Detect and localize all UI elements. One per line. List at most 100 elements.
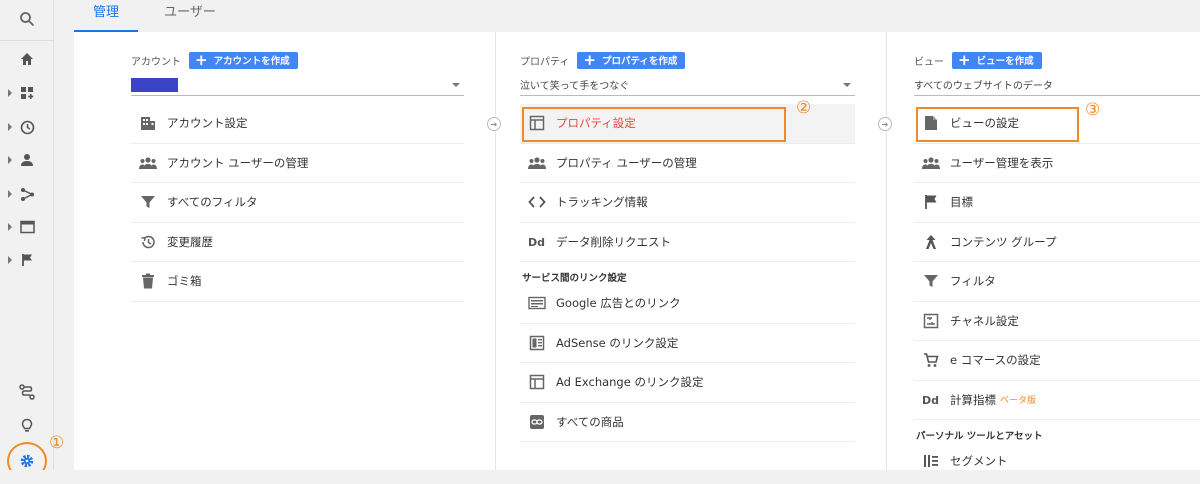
search-button[interactable] bbox=[0, 2, 54, 36]
view-menu: ビューの設定 ユーザー管理を表示 目標 コンテンツ グループ フィルタ チャネル… bbox=[914, 104, 1200, 482]
create-property-label: プロパティを作成 bbox=[601, 56, 678, 67]
channel-settings-icon bbox=[922, 312, 940, 330]
menu-item-label: チャネル設定 bbox=[950, 313, 1019, 328]
left-nav-rail: ① bbox=[0, 0, 64, 484]
menu-item-label: トラッキング情報 bbox=[556, 195, 648, 210]
adsense-icon bbox=[528, 334, 546, 352]
menu-item-label: すべての商品 bbox=[556, 414, 624, 429]
account-selector[interactable] bbox=[131, 74, 464, 96]
browser-window-icon bbox=[19, 220, 35, 234]
dashboard-icon bbox=[21, 87, 34, 99]
acquisition-icon bbox=[20, 187, 34, 201]
behavior-button[interactable] bbox=[0, 210, 54, 244]
plus-icon: + bbox=[583, 50, 596, 69]
step-marker-two: ② bbox=[796, 98, 812, 118]
home-icon bbox=[21, 53, 33, 65]
menu-item-label: ユーザー管理を表示 bbox=[950, 155, 1054, 170]
arrow-right-icon: ➔ bbox=[878, 117, 892, 131]
insights-button[interactable] bbox=[0, 409, 54, 443]
menu-item-label: データ削除リクエスト bbox=[556, 234, 671, 249]
create-view-label: ビューを作成 bbox=[976, 56, 1034, 67]
code-brackets-icon bbox=[528, 193, 546, 211]
document-icon bbox=[922, 114, 940, 132]
menu-item-channel-settings[interactable]: チャネル設定 bbox=[914, 302, 1200, 341]
expand-caret-icon bbox=[8, 256, 12, 264]
menu-item-calculated-metrics[interactable]: Dd 計算指標 ベータ版 bbox=[914, 381, 1200, 420]
attribution-button[interactable] bbox=[0, 375, 54, 409]
filter-icon bbox=[139, 193, 157, 211]
tab-users[interactable]: ユーザー bbox=[154, 0, 226, 32]
menu-item-change-history[interactable]: 変更履歴 bbox=[131, 223, 464, 262]
create-account-label: アカウントを作成 bbox=[213, 56, 290, 67]
menu-item-all-filters[interactable]: すべてのフィルタ bbox=[131, 183, 464, 223]
customization-button[interactable] bbox=[0, 76, 54, 110]
expand-caret-icon bbox=[8, 89, 12, 97]
people-group-icon bbox=[139, 154, 157, 172]
property-selector[interactable]: 泣いて笑って手をつなぐ bbox=[520, 74, 855, 96]
menu-item-view-settings[interactable]: ビューの設定 bbox=[914, 104, 1200, 144]
menu-item-filters[interactable]: フィルタ bbox=[914, 262, 1200, 302]
flag-icon bbox=[21, 254, 32, 266]
redacted-account-name bbox=[131, 77, 178, 92]
view-selected-value: すべてのウェブサイトのデータ bbox=[914, 81, 1053, 92]
menu-item-account-settings[interactable]: アカウント設定 bbox=[131, 104, 464, 144]
view-header: ビュー + ビューを作成 bbox=[914, 51, 1042, 69]
gear-icon bbox=[20, 454, 34, 468]
view-label: ビュー bbox=[914, 56, 944, 68]
section-title-personal-tools: パーソナル ツールとアセット bbox=[916, 431, 1043, 442]
people-group-icon bbox=[528, 154, 546, 172]
section-title-product-linking: サービス間のリンク設定 bbox=[522, 273, 627, 284]
menu-item-all-products[interactable]: すべての商品 bbox=[520, 403, 855, 442]
search-icon bbox=[20, 12, 35, 27]
menu-item-label: e コマースの設定 bbox=[950, 353, 1041, 368]
property-selected-value: 泣いて笑って手をつなぐ bbox=[520, 81, 630, 92]
menu-item-view-user-management[interactable]: ユーザー管理を表示 bbox=[914, 144, 1200, 183]
account-label: アカウント bbox=[131, 56, 181, 68]
tab-admin[interactable]: 管理 bbox=[74, 0, 138, 32]
account-header: アカウント + アカウントを作成 bbox=[131, 51, 298, 69]
menu-item-trash[interactable]: ゴミ箱 bbox=[131, 262, 464, 302]
svg-text:Dd: Dd bbox=[528, 236, 545, 249]
menu-item-label: セグメント bbox=[950, 454, 1008, 469]
clock-icon bbox=[20, 120, 34, 134]
top-tabs: 管理 ユーザー bbox=[54, 0, 1200, 32]
create-account-button[interactable]: + アカウントを作成 bbox=[189, 51, 298, 69]
audience-button[interactable] bbox=[0, 143, 54, 177]
column-divider bbox=[886, 32, 887, 470]
lightbulb-icon bbox=[21, 418, 33, 432]
menu-item-adsense-link[interactable]: AdSense のリンク設定 bbox=[520, 324, 855, 363]
admin-panel: アカウント + アカウントを作成 アカウント設定 アカウント ユーザーの管理 すべ… bbox=[74, 32, 1200, 482]
person-icon bbox=[21, 154, 33, 166]
acquisition-button[interactable] bbox=[0, 177, 54, 211]
create-property-button[interactable]: + プロパティを作成 bbox=[577, 50, 686, 69]
dropdown-arrow-icon bbox=[452, 83, 460, 87]
menu-item-goals[interactable]: 目標 bbox=[914, 183, 1200, 223]
menu-item-data-deletion[interactable]: Dd データ削除リクエスト bbox=[520, 223, 855, 262]
menu-item-label: ゴミ箱 bbox=[167, 274, 202, 289]
ads-link-icon bbox=[528, 294, 546, 312]
rail-divider bbox=[0, 40, 54, 41]
conversions-button[interactable] bbox=[0, 243, 54, 277]
create-view-button[interactable]: + ビューを作成 bbox=[952, 51, 1042, 69]
menu-item-ecommerce-settings[interactable]: e コマースの設定 bbox=[914, 341, 1200, 381]
people-group-icon bbox=[922, 154, 940, 172]
home-button[interactable] bbox=[0, 42, 54, 76]
menu-item-content-grouping[interactable]: コンテンツ グループ bbox=[914, 223, 1200, 262]
menu-item-label: プロパティ ユーザーの管理 bbox=[556, 155, 697, 170]
realtime-button[interactable] bbox=[0, 110, 54, 144]
view-selector[interactable]: すべてのウェブサイトのデータ bbox=[914, 74, 1200, 96]
expand-caret-icon bbox=[8, 156, 12, 164]
svg-text:Dd: Dd bbox=[922, 394, 939, 407]
step-marker-one: ① bbox=[49, 433, 65, 453]
menu-item-google-ads-link[interactable]: Google 広告とのリンク bbox=[520, 284, 855, 324]
menu-item-property-user-management[interactable]: プロパティ ユーザーの管理 bbox=[520, 144, 855, 183]
menu-item-account-user-management[interactable]: アカウント ユーザーの管理 bbox=[131, 144, 464, 183]
menu-item-tracking-info[interactable]: トラッキング情報 bbox=[520, 183, 855, 223]
flag-icon bbox=[922, 193, 940, 211]
menu-item-ad-exchange-link[interactable]: Ad Exchange のリンク設定 bbox=[520, 363, 855, 403]
column-divider bbox=[495, 32, 496, 470]
shopping-cart-icon bbox=[922, 351, 940, 369]
property-label: プロパティ bbox=[520, 56, 570, 68]
building-icon bbox=[139, 114, 157, 132]
filter-icon bbox=[922, 272, 940, 290]
